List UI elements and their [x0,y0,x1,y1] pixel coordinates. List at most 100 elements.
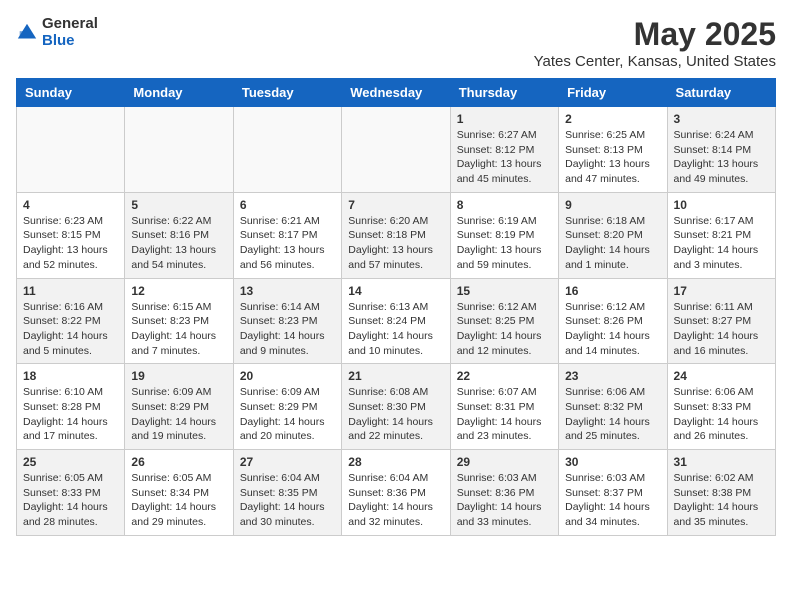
calendar-cell: 1 Sunrise: 6:27 AMSunset: 8:12 PMDaylight… [450,107,558,193]
day-info: Sunrise: 6:19 AMSunset: 8:19 PMDaylight:… [457,214,552,273]
day-info: Sunrise: 6:13 AMSunset: 8:24 PMDaylight:… [348,300,443,359]
calendar-cell: 14 Sunrise: 6:13 AMSunset: 8:24 PMDayligh… [342,278,450,364]
calendar-cell: 21 Sunrise: 6:08 AMSunset: 8:30 PMDayligh… [342,364,450,450]
day-number: 21 [348,369,443,383]
day-number: 10 [674,198,769,212]
day-number: 13 [240,284,335,298]
day-number: 30 [565,455,660,469]
day-info: Sunrise: 6:27 AMSunset: 8:12 PMDaylight:… [457,128,552,187]
logo-icon [16,22,38,44]
day-info: Sunrise: 6:23 AMSunset: 8:15 PMDaylight:… [23,214,118,273]
day-number: 6 [240,198,335,212]
calendar-cell: 22Sunrise: 6:07 AMSunset: 8:31 PMDayligh… [450,364,558,450]
calendar-cell: 19 Sunrise: 6:09 AMSunset: 8:29 PMDayligh… [125,364,233,450]
day-info: Sunrise: 6:10 AMSunset: 8:28 PMDaylight:… [23,385,118,444]
calendar-cell: 11 Sunrise: 6:16 AMSunset: 8:22 PMDayligh… [17,278,125,364]
calendar-cell [125,107,233,193]
day-number: 4 [23,198,118,212]
day-number: 25 [23,455,118,469]
day-number: 17 [674,284,769,298]
day-info: Sunrise: 6:21 AMSunset: 8:17 PMDaylight:… [240,214,335,273]
weekday-header-sunday: Sunday [17,79,125,107]
calendar-cell [342,107,450,193]
calendar-cell [233,107,341,193]
day-info: Sunrise: 6:09 AMSunset: 8:29 PMDaylight:… [131,385,226,444]
day-info: Sunrise: 6:14 AMSunset: 8:23 PMDaylight:… [240,300,335,359]
day-number: 18 [23,369,118,383]
weekday-header-saturday: Saturday [667,79,775,107]
day-info: Sunrise: 6:12 AMSunset: 8:25 PMDaylight:… [457,300,552,359]
calendar-week-5: 25 Sunrise: 6:05 AMSunset: 8:33 PMDayligh… [17,450,776,536]
day-number: 23 [565,369,660,383]
calendar-cell: 27Sunrise: 6:04 AMSunset: 8:35 PMDayligh… [233,450,341,536]
logo-text: General Blue [42,16,98,49]
day-number: 15 [457,284,552,298]
calendar-cell: 2 Sunrise: 6:25 AMSunset: 8:13 PMDaylight… [559,107,667,193]
day-info: Sunrise: 6:09 AMSunset: 8:29 PMDaylight:… [240,385,335,444]
day-number: 27 [240,455,335,469]
day-number: 14 [348,284,443,298]
calendar-cell: 18 Sunrise: 6:10 AMSunset: 8:28 PMDayligh… [17,364,125,450]
day-info: Sunrise: 6:11 AMSunset: 8:27 PMDaylight:… [674,300,769,359]
day-info: Sunrise: 6:05 AMSunset: 8:34 PMDaylight:… [131,471,226,530]
weekday-header-friday: Friday [559,79,667,107]
day-info: Sunrise: 6:20 AMSunset: 8:18 PMDaylight:… [348,214,443,273]
day-number: 2 [565,112,660,126]
weekday-header-row: SundayMondayTuesdayWednesdayThursdayFrid… [17,79,776,107]
calendar-cell: 13 Sunrise: 6:14 AMSunset: 8:23 PMDayligh… [233,278,341,364]
logo-general: General [42,16,98,33]
day-number: 12 [131,284,226,298]
day-info: Sunrise: 6:04 AMSunset: 8:36 PMDaylight:… [348,471,443,530]
weekday-header-monday: Monday [125,79,233,107]
calendar-cell: 25 Sunrise: 6:05 AMSunset: 8:33 PMDayligh… [17,450,125,536]
calendar-cell: 6 Sunrise: 6:21 AMSunset: 8:17 PMDaylight… [233,192,341,278]
calendar-cell: 29 Sunrise: 6:03 AMSunset: 8:36 PMDayligh… [450,450,558,536]
calendar-cell: 26 Sunrise: 6:05 AMSunset: 8:34 PMDayligh… [125,450,233,536]
day-number: 1 [457,112,552,126]
day-info: Sunrise: 6:03 AMSunset: 8:36 PMDaylight:… [457,471,552,530]
day-number: 5 [131,198,226,212]
calendar-cell: 20 Sunrise: 6:09 AMSunset: 8:29 PMDayligh… [233,364,341,450]
calendar-week-3: 11 Sunrise: 6:16 AMSunset: 8:22 PMDayligh… [17,278,776,364]
weekday-header-tuesday: Tuesday [233,79,341,107]
calendar-table: SundayMondayTuesdayWednesdayThursdayFrid… [16,78,776,536]
title-block: May 2025 Yates Center, Kansas, United St… [534,16,776,70]
day-number: 26 [131,455,226,469]
day-number: 20 [240,369,335,383]
weekday-header-thursday: Thursday [450,79,558,107]
day-number: 16 [565,284,660,298]
day-info: Sunrise: 6:06 AMSunset: 8:32 PMDaylight:… [565,385,660,444]
subtitle: Yates Center, Kansas, United States [534,53,776,70]
weekday-header-wednesday: Wednesday [342,79,450,107]
day-number: 7 [348,198,443,212]
calendar-cell: 5 Sunrise: 6:22 AMSunset: 8:16 PMDaylight… [125,192,233,278]
day-number: 24 [674,369,769,383]
calendar-cell: 12 Sunrise: 6:15 AMSunset: 8:23 PMDayligh… [125,278,233,364]
day-info: Sunrise: 6:25 AMSunset: 8:13 PMDaylight:… [565,128,660,187]
calendar-cell: 7 Sunrise: 6:20 AMSunset: 8:18 PMDaylight… [342,192,450,278]
calendar-cell: 23 Sunrise: 6:06 AMSunset: 8:32 PMDayligh… [559,364,667,450]
day-info: Sunrise: 6:15 AMSunset: 8:23 PMDaylight:… [131,300,226,359]
day-info: Sunrise: 6:03 AMSunset: 8:37 PMDaylight:… [565,471,660,530]
day-info: Sunrise: 6:08 AMSunset: 8:30 PMDaylight:… [348,385,443,444]
calendar-cell: 15 Sunrise: 6:12 AMSunset: 8:25 PMDayligh… [450,278,558,364]
day-number: 29 [457,455,552,469]
calendar-week-4: 18 Sunrise: 6:10 AMSunset: 8:28 PMDayligh… [17,364,776,450]
day-number: 28 [348,455,443,469]
main-title: May 2025 [534,16,776,53]
day-info: Sunrise: 6:02 AMSunset: 8:38 PMDaylight:… [674,471,769,530]
day-number: 11 [23,284,118,298]
calendar-cell: 3Sunrise: 6:24 AMSunset: 8:14 PMDaylight… [667,107,775,193]
calendar-cell: 28 Sunrise: 6:04 AMSunset: 8:36 PMDayligh… [342,450,450,536]
day-info: Sunrise: 6:22 AMSunset: 8:16 PMDaylight:… [131,214,226,273]
day-info: Sunrise: 6:24 AMSunset: 8:14 PMDaylight:… [674,128,769,187]
calendar-cell: 16Sunrise: 6:12 AMSunset: 8:26 PMDayligh… [559,278,667,364]
day-number: 19 [131,369,226,383]
logo: General Blue [16,16,98,49]
calendar-cell: 17 Sunrise: 6:11 AMSunset: 8:27 PMDayligh… [667,278,775,364]
day-info: Sunrise: 6:05 AMSunset: 8:33 PMDaylight:… [23,471,118,530]
day-info: Sunrise: 6:16 AMSunset: 8:22 PMDaylight:… [23,300,118,359]
calendar-cell: 30 Sunrise: 6:03 AMSunset: 8:37 PMDayligh… [559,450,667,536]
day-number: 9 [565,198,660,212]
day-number: 22 [457,369,552,383]
